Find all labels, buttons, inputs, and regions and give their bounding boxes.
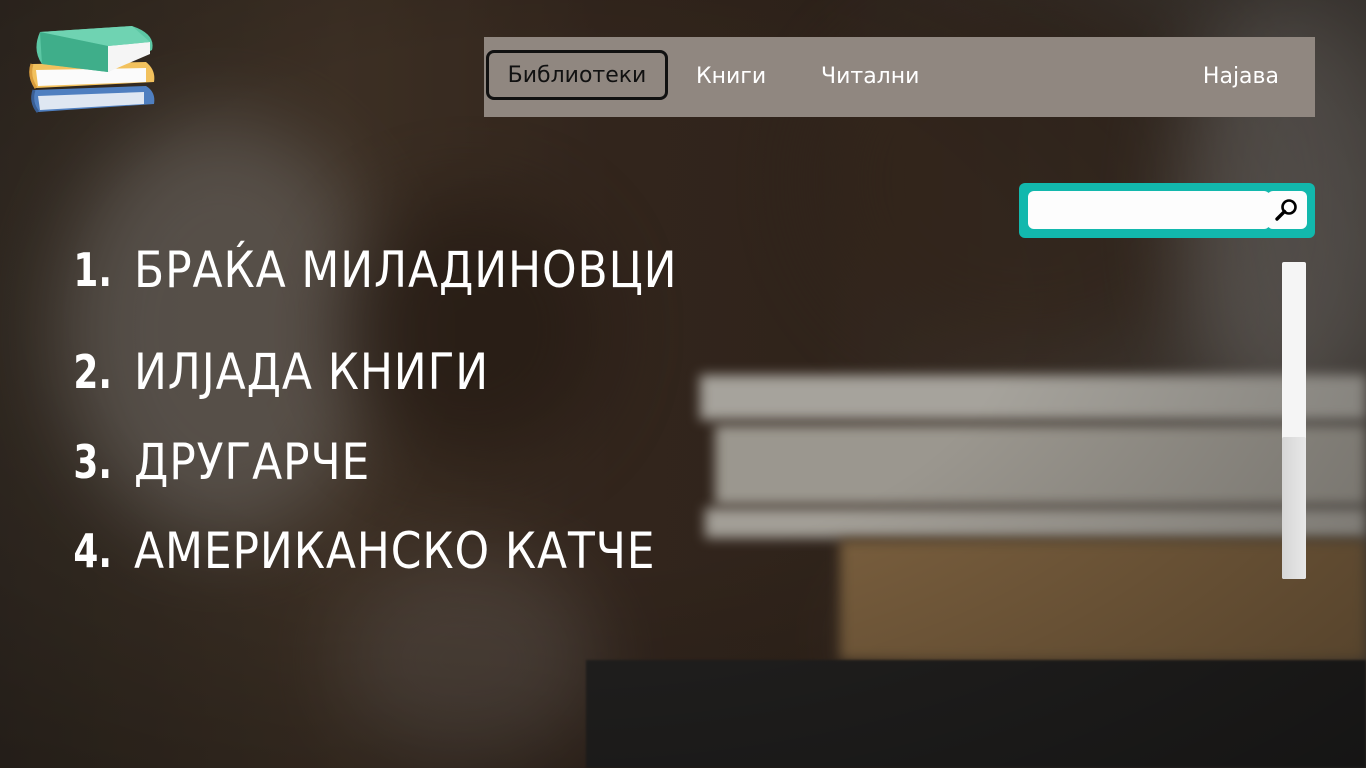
library-title[interactable]: ДРУГАРЧЕ	[134, 433, 370, 491]
list-item[interactable]: 1. БРАЌА МИЛАДИНОВЦИ	[48, 240, 752, 300]
login-link[interactable]: Најава	[1203, 49, 1279, 103]
list-number: 2.	[73, 345, 112, 399]
search-bar	[1019, 183, 1315, 238]
search-input[interactable]	[1028, 191, 1270, 229]
top-nav: Библиотеки Книги Читални Најава	[484, 37, 1315, 117]
library-title[interactable]: БРАЌА МИЛАДИНОВЦИ	[134, 241, 677, 299]
scrollbar[interactable]	[1282, 262, 1306, 579]
list-item[interactable]: 2. ИЛЈАДА КНИГИ	[48, 342, 538, 402]
library-title[interactable]: ИЛЈАДА КНИГИ	[134, 343, 489, 401]
nav-reading-rooms[interactable]: Читални	[821, 49, 919, 103]
scrollbar-thumb[interactable]	[1282, 437, 1306, 579]
list-item[interactable]: 4. АМЕРИКАНСКО КАТЧЕ	[48, 521, 727, 581]
magnifier-icon	[1274, 197, 1300, 223]
list-number: 1.	[73, 243, 112, 297]
search-button[interactable]	[1267, 191, 1307, 229]
list-number: 3.	[73, 435, 112, 489]
books-stack-icon[interactable]	[28, 24, 158, 130]
library-title[interactable]: АМЕРИКАНСКО КАТЧЕ	[134, 522, 655, 580]
list-item[interactable]: 3. ДРУГАРЧЕ	[48, 432, 402, 492]
nav-libraries[interactable]: Библиотеки	[486, 50, 668, 100]
nav-books[interactable]: Книги	[696, 49, 766, 103]
list-number: 4.	[73, 524, 112, 578]
